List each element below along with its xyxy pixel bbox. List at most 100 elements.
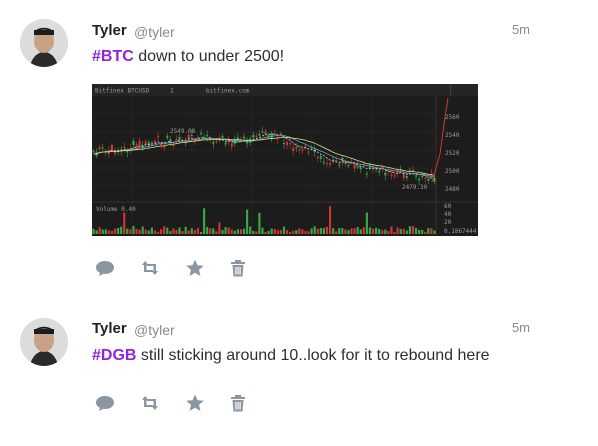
volume-bar [316,228,319,234]
volume-bar [258,212,261,234]
volume-bar [368,227,372,234]
volume-bar [160,229,163,234]
volume-bar [156,231,160,234]
candle [325,163,329,165]
candle [378,171,381,173]
timestamp: 5m [511,320,530,335]
low-label: 2479.30 [402,184,428,191]
volume-bar [279,230,282,234]
reply-icon[interactable] [94,392,116,414]
candle [261,131,264,133]
volume-bar [95,230,98,234]
candle [138,140,141,147]
volume-bar [319,228,322,234]
volume-bar [405,230,408,234]
volume-bar [332,228,335,234]
hashtag-link[interactable]: #DGB [92,347,136,364]
volume-bar [267,230,270,234]
volume-bar [120,226,123,234]
star-icon[interactable] [184,392,206,414]
candle [411,169,415,172]
reply-icon[interactable] [94,257,116,279]
chart-image[interactable]: Bitfinex BTCUSD 1 bitfinex.com Volume 0.… [92,84,478,236]
star-icon[interactable] [184,257,206,279]
trash-icon[interactable] [227,392,249,414]
volume-bar [163,226,166,234]
chart-symbol: Bitfinex BTCUSD [95,88,150,95]
volume-bar [371,228,375,234]
volume-bar [113,228,117,234]
candle [427,179,430,181]
candle [316,157,319,159]
volume-bar [141,226,144,234]
trash-icon[interactable] [227,257,249,279]
avatar[interactable] [20,19,68,67]
chart-source: bitfinex.com [206,88,250,95]
volume-bar [276,230,279,234]
volume-bar [427,228,430,234]
candle [424,177,427,179]
candle [356,166,359,168]
candle [160,144,163,146]
candle [408,170,411,172]
post: Tyler @tyler 5m #DGB still sticking arou… [0,300,598,440]
volume-bar [147,230,150,234]
volume-bar [365,212,368,234]
volume-bar [325,226,329,234]
volume-bar [350,228,353,234]
author-handle[interactable]: @tyler [134,24,175,40]
volume-bar [384,229,387,234]
hashtag-link[interactable]: #BTC [92,48,134,65]
author-name[interactable]: Tyler [92,22,127,39]
volume-bar [169,231,172,234]
candle [172,144,175,147]
volume-bar [359,229,362,234]
retweet-icon[interactable] [139,257,161,279]
volume-bar [418,229,421,234]
volume-bar [387,230,390,234]
volume-bar [313,226,316,234]
volume-bar [135,228,138,234]
volume-bar [424,231,427,234]
candle [206,135,209,137]
volume-bar [430,228,433,234]
volume-bar [252,230,255,234]
candle [335,160,338,162]
volume-bar [414,227,418,234]
volume-bar [246,209,249,234]
price-tick: 2500 [445,168,460,175]
volume-bar [353,228,356,234]
candle [418,178,421,181]
volume-bar [190,228,193,234]
volume-bar [224,227,227,234]
volume-bar [150,227,153,234]
volume-bar [132,226,135,234]
author-name[interactable]: Tyler [92,320,127,337]
volume-bar [236,229,239,234]
volume-bar [196,228,200,234]
post-text: #DGB still sticking around 10..look for … [92,347,490,365]
volume-bar [270,228,273,234]
candle [178,137,181,140]
volume-bar [206,226,209,234]
post-text: #BTC down to under 2500! [92,48,284,66]
candle [267,135,270,137]
volume-bar [242,228,246,234]
candle [175,139,178,141]
volume-bar [178,227,181,234]
avatar[interactable] [20,318,68,366]
volume-tick: 0.1867444 [444,228,477,235]
candle [199,132,203,134]
candle [347,164,350,166]
volume-bar [362,227,365,234]
candle [285,142,289,146]
candle [365,173,368,175]
author-handle[interactable]: @tyler [134,322,175,338]
volume-bar [292,230,295,234]
retweet-icon[interactable] [139,392,161,414]
volume-bar [98,227,101,234]
volume-bar [289,231,292,234]
post-body: still sticking around 10..look for it to… [136,347,490,364]
price-tick: 2520 [445,150,460,157]
candle [212,142,215,144]
